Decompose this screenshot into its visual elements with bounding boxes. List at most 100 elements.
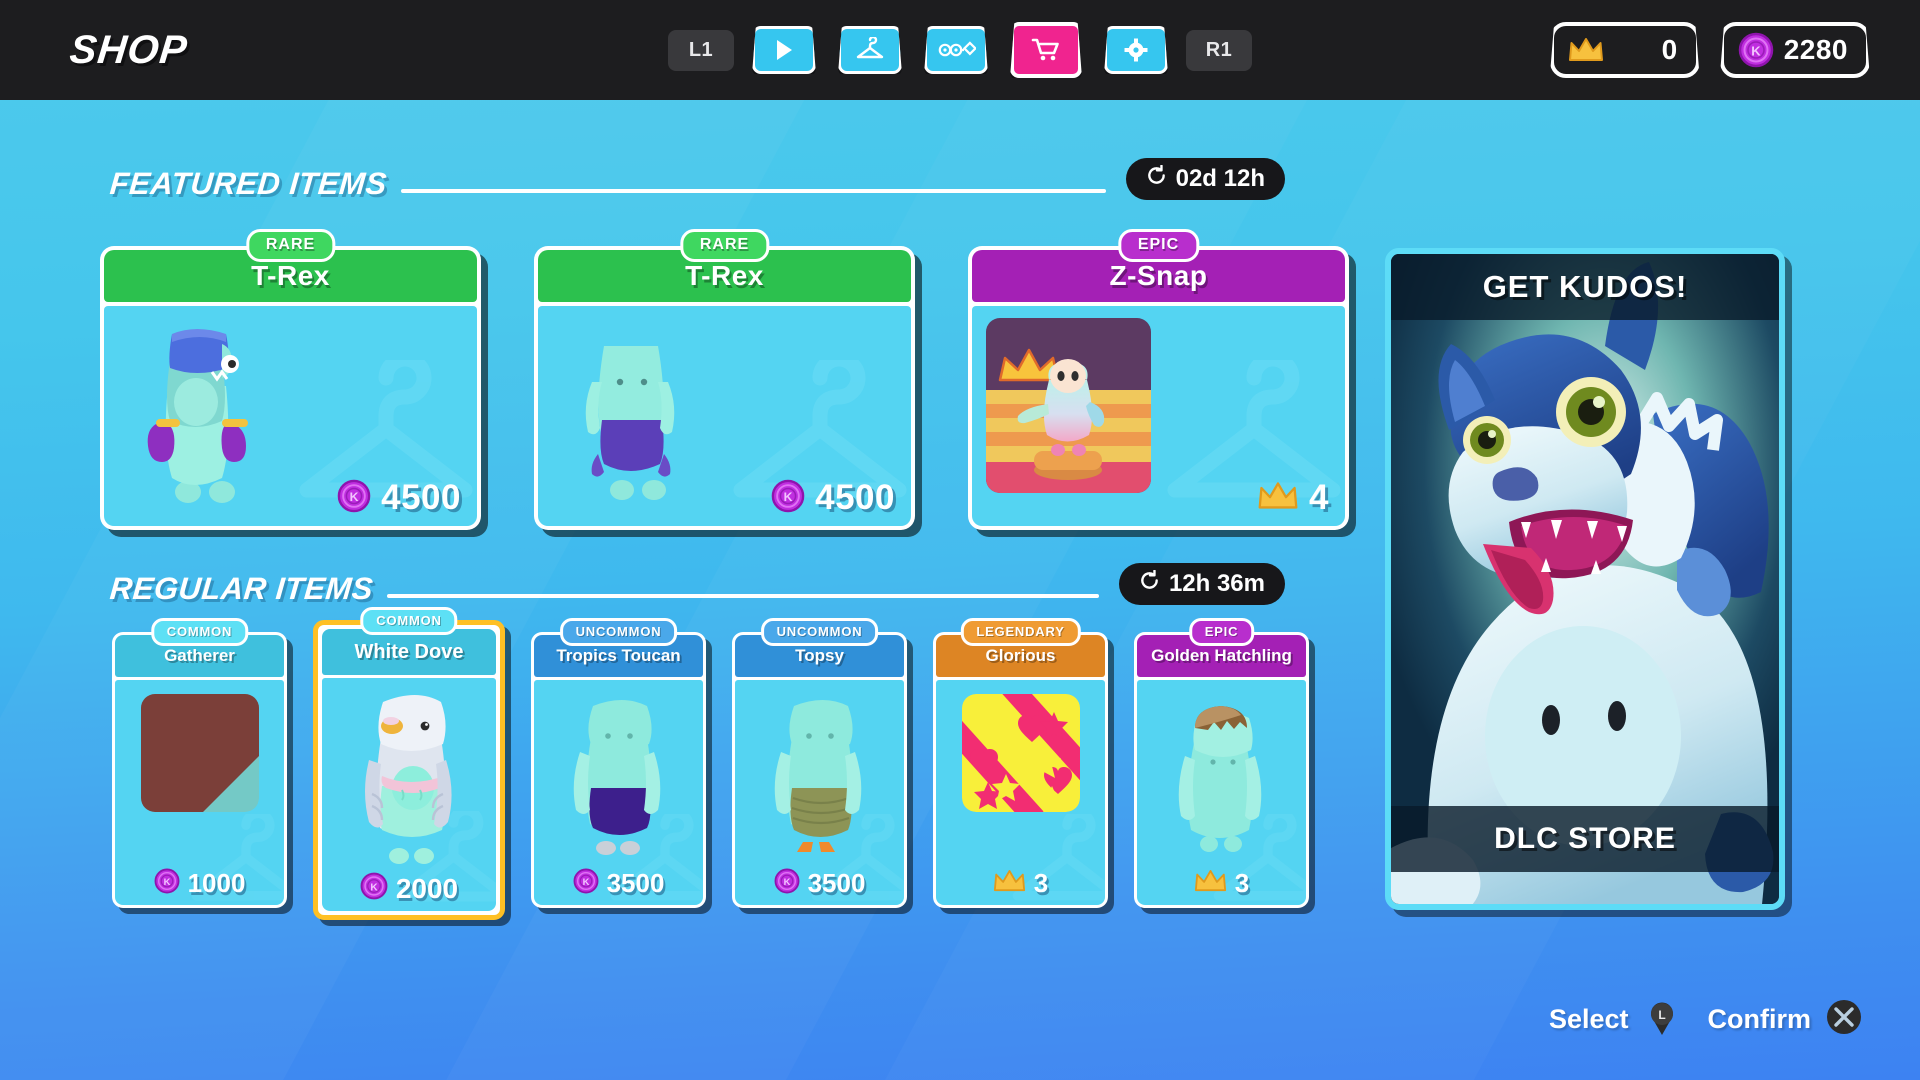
regular-card[interactable]: EPIC Golden Hatchling 3 (1134, 618, 1309, 908)
cart-icon (1031, 37, 1061, 63)
item-name: White Dove (354, 640, 464, 663)
kudos-icon: K (1738, 32, 1774, 68)
featured-card[interactable]: RARE T-Rex K 4500 (534, 229, 915, 530)
price-amount: 4500 (815, 478, 895, 517)
crown-icon (1568, 36, 1604, 64)
currency-tray: 0 K 2280 (1549, 22, 1870, 78)
kudos-icon: K (360, 872, 388, 905)
tab-play[interactable] (752, 26, 816, 74)
prompt-select-label: Select (1548, 1004, 1629, 1034)
tab-wardrobe[interactable] (838, 26, 902, 74)
kudos-icon: K (154, 868, 180, 899)
prompt-confirm-label: Confirm (1707, 1004, 1812, 1034)
cross-button-icon (1824, 997, 1864, 1042)
item-art: 3 (936, 680, 1105, 905)
rarity-badge: COMMON (150, 618, 249, 646)
item-name: T-Rex (251, 260, 330, 291)
regular-timer: 12h 36m (1118, 563, 1285, 605)
regular-section-header: REGULAR ITEMS 12h 36m (109, 563, 1285, 607)
item-art: 3 (1137, 680, 1306, 905)
svg-text:K: K (1751, 44, 1761, 59)
featured-card[interactable]: RARE T-Rex K 4500 (100, 229, 481, 530)
regular-card[interactable]: LEGENDARY Glorious 3 (933, 618, 1108, 908)
character-art-trex-purple (585, 346, 675, 500)
regular-timer-value: 12h 36m (1168, 570, 1265, 597)
item-name: Golden Hatchling (1151, 646, 1292, 665)
top-navigation-bar: SHOP L1 R1 0 K 2280 (0, 0, 1920, 100)
tab-settings[interactable] (1104, 26, 1168, 74)
price-amount: 2000 (395, 872, 459, 904)
regular-card[interactable]: UNCOMMON Tropics Toucan K 3500 (531, 618, 706, 908)
featured-timer: 02d 12h (1125, 158, 1285, 200)
price-amount: 3500 (606, 868, 665, 898)
item-price: K 4500 (337, 478, 461, 518)
item-name: Tropics Toucan (556, 646, 681, 665)
character-art-toucan (573, 700, 661, 855)
left-stick-icon: L (1642, 997, 1682, 1042)
dlc-bottom-label: DLC STORE (1391, 806, 1779, 872)
item-name: Topsy (795, 646, 844, 665)
regular-rule (387, 594, 1099, 598)
play-icon (774, 38, 794, 62)
rarity-badge: UNCOMMON (559, 618, 678, 646)
rarity-badge: EPIC (1117, 229, 1200, 262)
prompt-confirm[interactable]: Confirm (1708, 997, 1865, 1042)
regular-card-selected[interactable]: COMMON White Dove K 2000 (313, 607, 505, 920)
featured-card[interactable]: EPIC Z-Snap 4 (968, 229, 1349, 530)
kudos-icon: K (771, 479, 805, 518)
crown-count: 0 (1661, 34, 1678, 65)
price-amount: 3 (1234, 868, 1250, 898)
medals-icon (936, 41, 976, 59)
svg-text:K: K (784, 490, 793, 504)
item-price: K 1000 (115, 868, 284, 899)
price-amount: 4 (1309, 478, 1329, 517)
item-price: 3 (1137, 868, 1306, 899)
kudos-currency[interactable]: K 2280 (1719, 22, 1870, 78)
tab-shop[interactable] (1010, 22, 1082, 78)
item-art: K 3500 (534, 680, 703, 905)
refresh-icon (1146, 164, 1167, 193)
tab-progression[interactable] (924, 26, 988, 74)
svg-text:K: K (370, 882, 378, 893)
item-price: K 3500 (534, 868, 703, 899)
prompt-select[interactable]: Select L (1549, 997, 1682, 1042)
hanger-icon (855, 37, 885, 63)
featured-items-row: RARE T-Rex K 4500 RARE T-Rex K 4500 EPIC… (100, 229, 1349, 530)
dlc-store-panel[interactable]: GET KUDOS! DLC STORE (1385, 248, 1785, 910)
featured-title: FEATURED ITEMS (108, 166, 389, 201)
rarity-badge: UNCOMMON (760, 618, 879, 646)
button-prompts: Select L Confirm (1549, 997, 1864, 1042)
crown-icon (1194, 868, 1227, 899)
item-name: Glorious (985, 646, 1056, 665)
item-price: K 3500 (735, 868, 904, 899)
rarity-badge: EPIC (1188, 618, 1255, 646)
item-art: K 4500 (538, 306, 911, 526)
rarity-badge: LEGENDARY (960, 618, 1081, 646)
svg-text:K: K (350, 490, 359, 504)
kudos-icon: K (337, 479, 371, 518)
price-amount: 1000 (187, 868, 246, 898)
item-price: K 2000 (322, 872, 496, 905)
price-amount: 4500 (381, 478, 461, 517)
item-art: K 4500 (104, 306, 477, 526)
crown-currency[interactable]: 0 (1549, 22, 1700, 78)
item-name: Gatherer (164, 646, 235, 665)
character-art-topsy (774, 700, 862, 852)
item-price: K 4500 (771, 478, 895, 518)
crown-icon (1257, 480, 1299, 517)
svg-text:K: K (163, 877, 170, 887)
kudos-icon: K (573, 868, 599, 899)
rarity-badge: COMMON (360, 607, 458, 635)
nav-tab-strip: L1 R1 (668, 22, 1252, 78)
featured-rule (400, 189, 1106, 193)
item-name: Z-Snap (1109, 260, 1208, 291)
item-art: K 3500 (735, 680, 904, 905)
item-name: T-Rex (685, 260, 764, 291)
regular-card[interactable]: COMMON Gatherer K 1000 (112, 618, 287, 908)
refresh-icon (1139, 569, 1160, 598)
regular-card[interactable]: UNCOMMON Topsy K 3500 (732, 618, 907, 908)
pattern-swatch-hearts-stars (961, 694, 1080, 812)
item-art: 4 (972, 306, 1345, 526)
crown-icon (993, 868, 1026, 899)
pattern-swatch-brown (140, 694, 259, 812)
